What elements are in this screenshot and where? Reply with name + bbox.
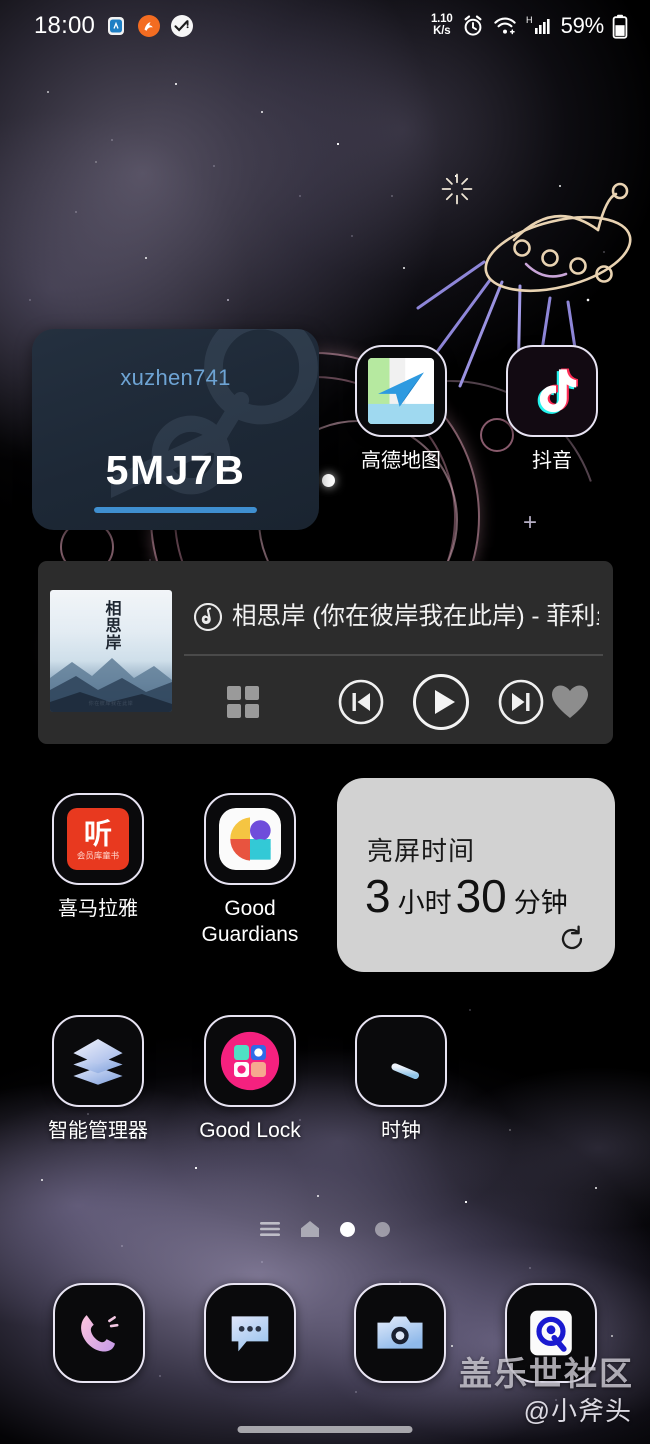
app-device-care[interactable]: 智能管理器 <box>38 1015 158 1144</box>
clock-icon <box>355 1015 447 1107</box>
steam-logo-icon <box>111 329 318 498</box>
app-clock[interactable]: 时钟 <box>341 1015 461 1144</box>
status-bar-left: 18:00 <box>34 12 194 40</box>
ximalaya-icon: 听 会员库童书 <box>52 793 144 885</box>
app-label-line2: Guardians <box>201 923 299 946</box>
douyin-tiktok-icon <box>506 345 598 437</box>
wallpaper-glow-dot <box>322 474 335 487</box>
amap-icon <box>355 345 447 437</box>
app-label: 喜马拉雅 <box>58 898 138 920</box>
wallpaper-sparkle-icon <box>441 173 473 205</box>
app-ximalaya[interactable]: 听 会员库童书 喜马拉雅 <box>38 793 158 922</box>
messages-icon[interactable] <box>203 1283 296 1383</box>
app-label: Good Lock <box>199 1119 301 1142</box>
home-screen: + 18:00 1.10 K/s H 59% xuzhen741 5MJ7B 高… <box>0 0 650 1444</box>
signal-h-icon: H <box>526 15 550 34</box>
app-list-icon[interactable] <box>260 1221 280 1237</box>
app-label: Good Guardians <box>184 896 316 948</box>
svg-text:H: H <box>526 15 533 25</box>
status-bar[interactable]: 18:00 1.10 K/s H 59% <box>0 0 650 52</box>
alarm-icon <box>464 15 482 36</box>
battery-icon <box>612 14 628 39</box>
app-label: 抖音 <box>532 450 572 472</box>
music-track-title: 相思岸 (你在彼岸我在此岸) - 菲利丝... <box>232 603 599 630</box>
steam-guard-widget[interactable]: xuzhen741 5MJ7B <box>32 329 319 530</box>
wallpaper-plus-icon: + <box>522 509 537 536</box>
netease-cloud-music-icon <box>194 603 222 631</box>
screen-time-value: 3 小时 30 分钟 <box>365 873 572 920</box>
network-speed-indicator: 1.10 K/s <box>431 14 453 37</box>
device-care-icon <box>52 1015 144 1107</box>
page-indicator <box>0 1216 650 1242</box>
svg-text:会员库童书: 会员库童书 <box>77 851 120 861</box>
next-track-button[interactable] <box>498 679 544 725</box>
good-lock-icon <box>204 1015 296 1107</box>
music-player-widget[interactable]: 相思岸 你在彼岸我在此岸 相思岸 (你在彼岸我在此岸) - 菲利丝... <box>38 561 613 744</box>
app-amap[interactable]: 高德地图 <box>341 345 461 474</box>
task-check-icon <box>171 15 194 37</box>
wallpaper-ufo-icon <box>484 182 632 292</box>
app-douyin[interactable]: 抖音 <box>492 345 612 474</box>
screen-time-widget[interactable]: 亮屏时间 3 小时 30 分钟 <box>337 778 615 972</box>
screen-time-hours: 3 <box>365 870 391 922</box>
camera-icon[interactable] <box>354 1283 447 1383</box>
screen-time-minutes: 30 <box>455 870 507 922</box>
app-good-lock[interactable]: Good Lock <box>190 1015 310 1144</box>
album-art-caption: 你在彼岸我在此岸 <box>88 701 134 707</box>
steam-guard-code: 5MJ7B <box>105 447 246 493</box>
mi-fit-icon <box>138 15 161 37</box>
album-art: 相思岸 你在彼岸我在此岸 <box>50 590 172 712</box>
refresh-icon[interactable] <box>557 924 587 954</box>
svg-text:听: 听 <box>84 818 112 850</box>
watermark-community: 盖乐世社区 <box>459 1355 634 1392</box>
favorite-heart-icon[interactable] <box>551 684 589 720</box>
app-good-guardians[interactable]: Good Guardians <box>190 793 310 948</box>
page-dot-1[interactable] <box>340 1221 355 1237</box>
screen-time-title: 亮屏时间 <box>367 836 476 866</box>
status-bar-right: 1.10 K/s H 59% <box>431 13 628 39</box>
watermark-author: @小斧头 <box>523 1396 632 1426</box>
app-label-line1: Good <box>224 897 276 920</box>
page-dot-2[interactable] <box>375 1221 390 1237</box>
screen-time-hours-unit: 小时 <box>397 888 452 918</box>
steam-code-timer-fill <box>94 507 257 513</box>
music-divider <box>184 654 603 656</box>
play-button[interactable] <box>412 673 470 731</box>
app-label: 时钟 <box>381 1120 421 1142</box>
battery-percent: 59% <box>560 13 605 38</box>
music-controls <box>184 669 603 735</box>
phone-icon[interactable] <box>53 1283 146 1383</box>
steam-code-timer-bar <box>94 507 257 513</box>
album-art-title: 相思岸 <box>102 600 120 651</box>
previous-track-button[interactable] <box>338 679 384 725</box>
app-label: 智能管理器 <box>48 1120 148 1142</box>
home-icon[interactable] <box>300 1220 320 1238</box>
screen-time-minutes-unit: 分钟 <box>513 888 568 918</box>
app-label: 高德地图 <box>361 450 441 472</box>
gesture-nav-bar[interactable] <box>237 1426 413 1433</box>
wifi-icon <box>493 17 516 35</box>
network-speed-unit: K/s <box>433 25 451 37</box>
good-guardians-icon <box>204 793 296 885</box>
playlist-grid-icon[interactable] <box>226 685 260 719</box>
status-time: 18:00 <box>34 12 96 39</box>
music-track-title-row: 相思岸 (你在彼岸我在此岸) - 菲利丝... <box>194 600 599 634</box>
steam-username: xuzhen741 <box>120 365 231 390</box>
smartwatch-icon <box>108 17 125 35</box>
